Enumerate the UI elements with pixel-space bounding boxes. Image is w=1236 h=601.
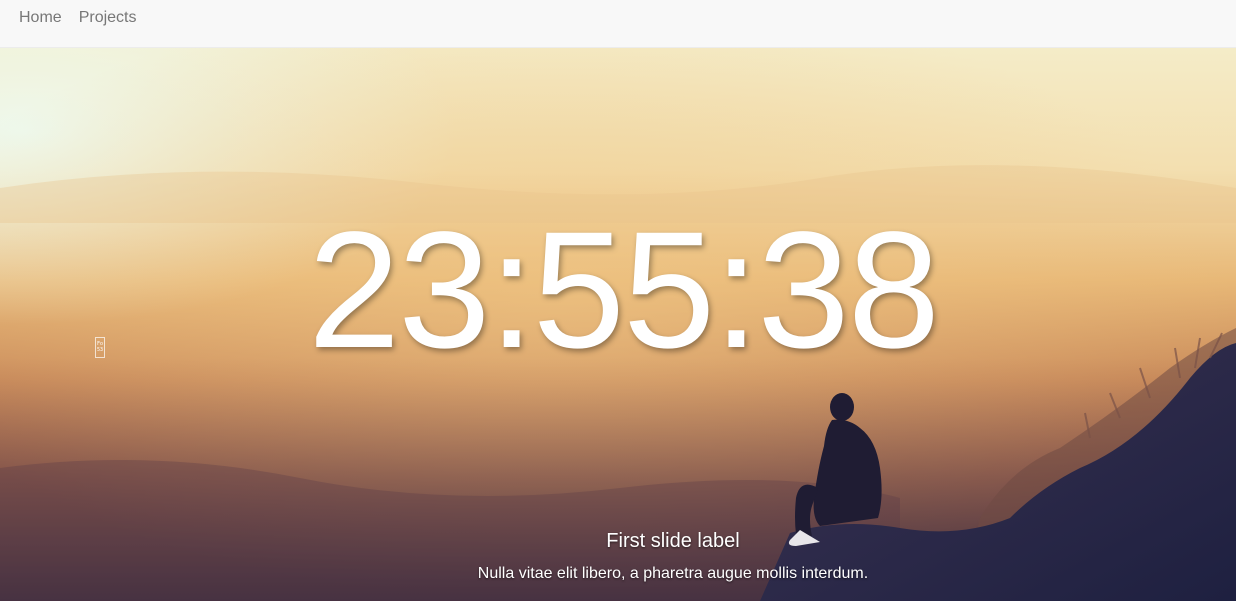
tiny-widget: Fo 53 — [95, 337, 105, 358]
hero-slide: 23:55:38 Fo 53 First slide label Nulla v… — [0, 48, 1236, 601]
nav-link-projects[interactable]: Projects — [79, 9, 137, 27]
tiny-widget-line-2: 53 — [96, 347, 104, 353]
slide-caption-text: Nulla vitae elit libero, a pharetra augu… — [477, 565, 869, 582]
slide-caption-title: First slide label — [606, 530, 740, 552]
nav-link-home[interactable]: Home — [19, 9, 62, 27]
navbar: Home Projects — [0, 0, 1236, 48]
clock-time: 23:55:38 — [307, 198, 940, 383]
